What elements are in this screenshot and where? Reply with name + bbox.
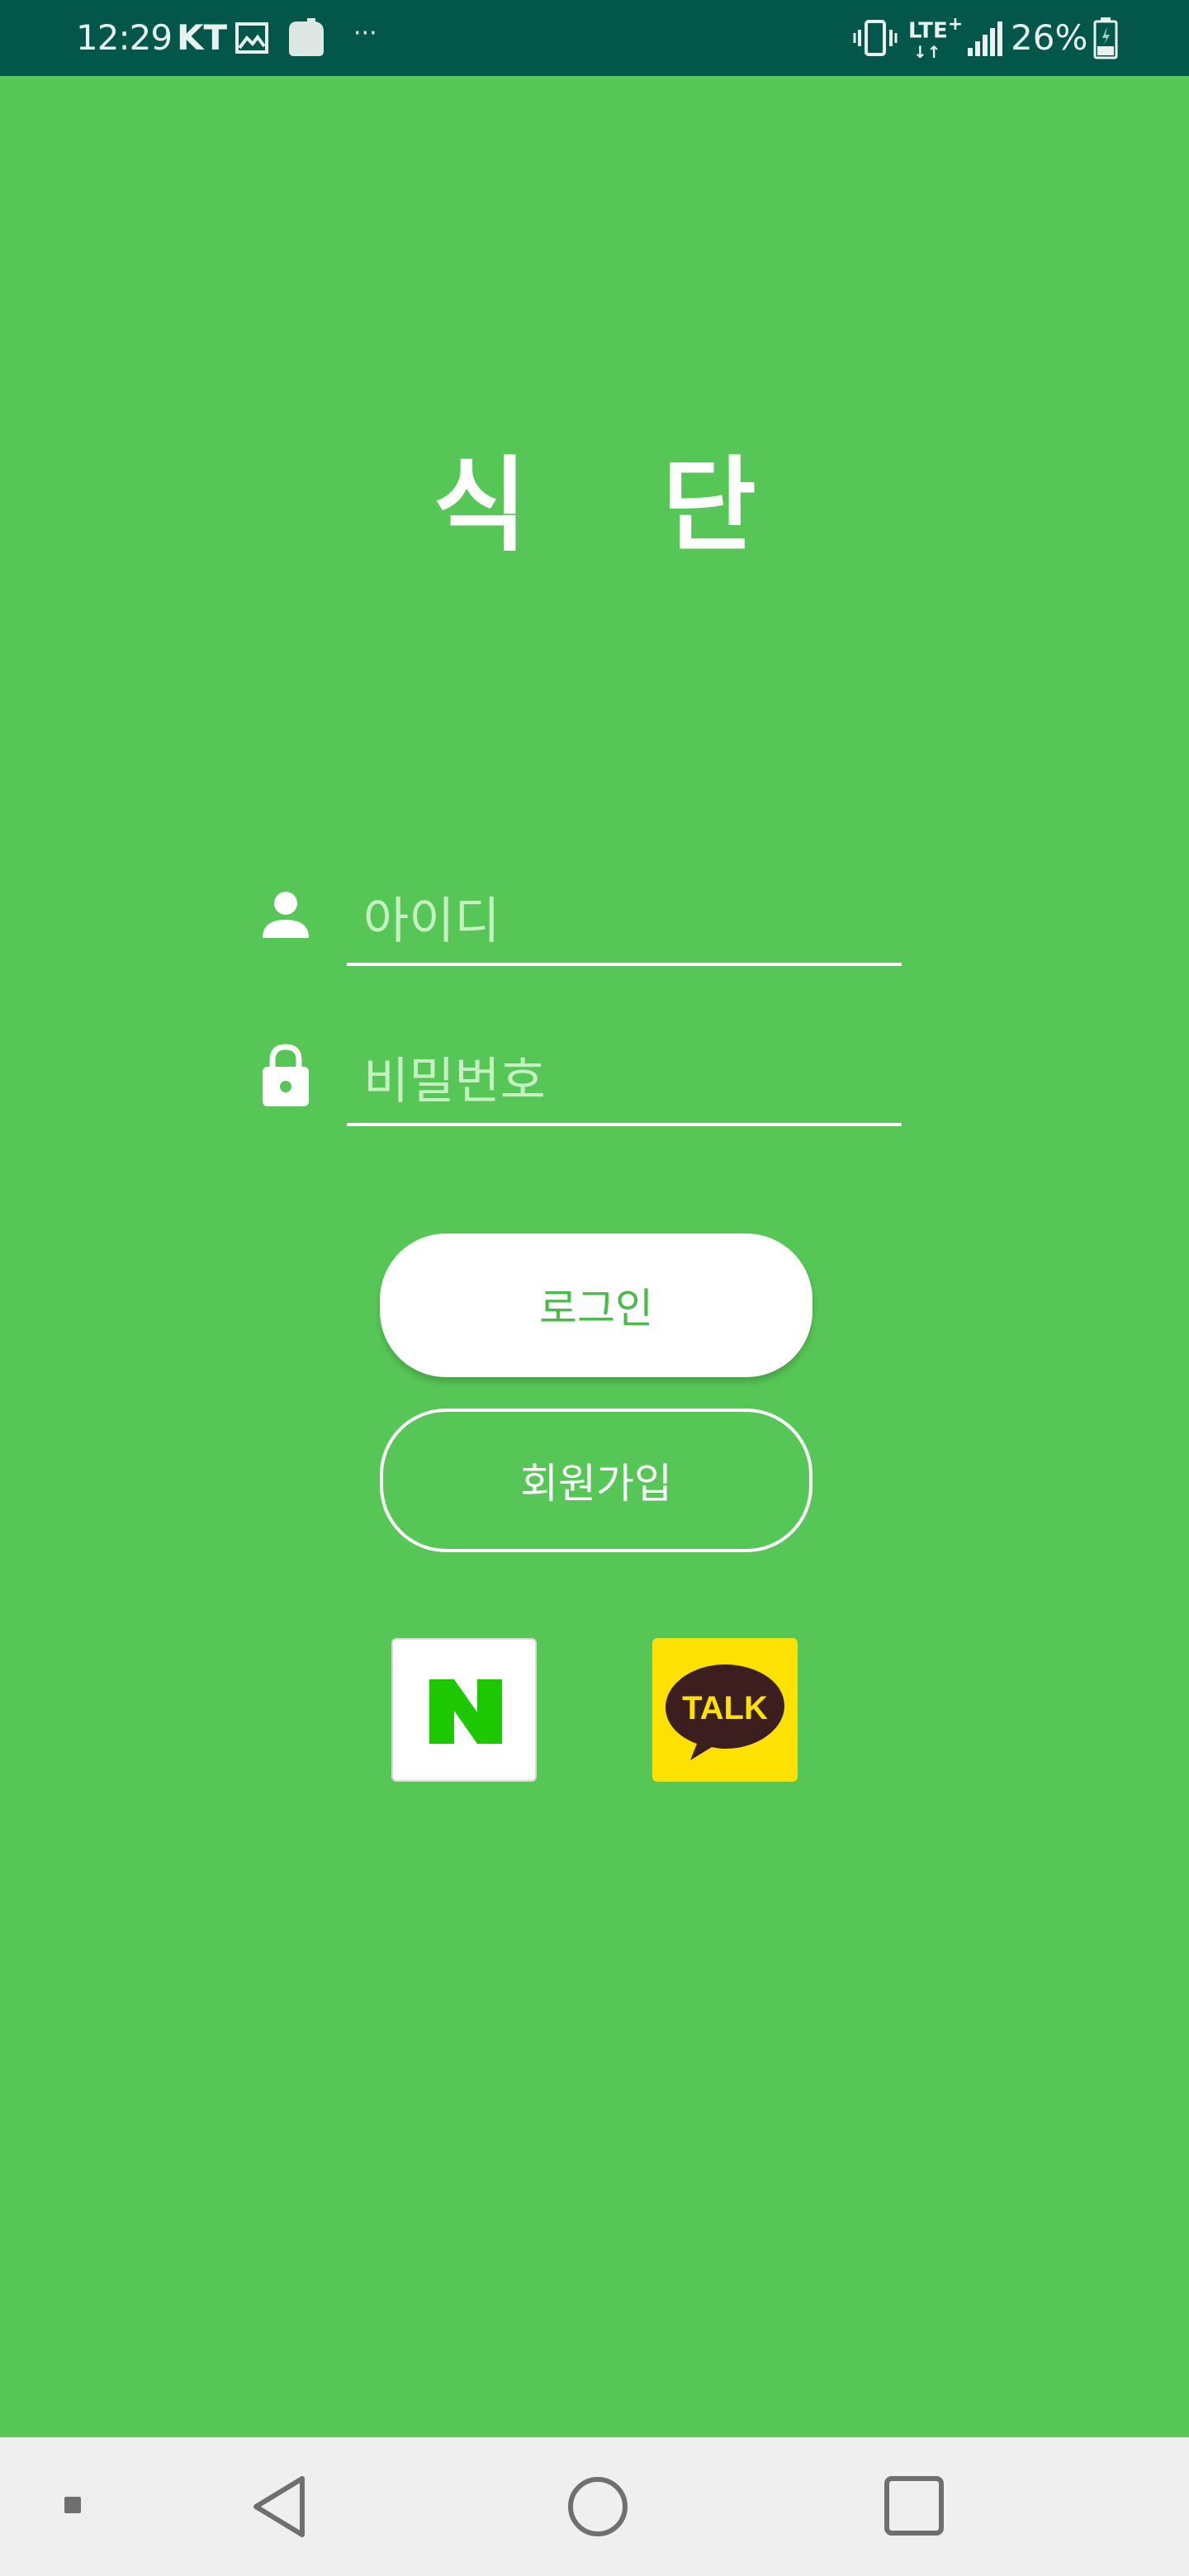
- recents-icon[interactable]: [883, 2475, 945, 2536]
- user-icon: [263, 892, 309, 938]
- kakao-talk-logo-icon: TALK: [666, 1664, 784, 1760]
- battery-percent: 26%: [1011, 17, 1088, 58]
- status-bar: 12:29 KT ··· LTE+ ↓↑ 26%: [0, 0, 1189, 76]
- login-screen: 12:29 KT ··· LTE+ ↓↑ 26% 식 단 아이디 로그인 회원가…: [0, 0, 1189, 2576]
- navigation-bar: [0, 2437, 1189, 2576]
- vibrate-icon: [853, 20, 898, 56]
- id-input[interactable]: [347, 880, 902, 963]
- password-input[interactable]: [347, 1040, 902, 1123]
- clipboard-icon: [289, 18, 324, 56]
- lock-icon: [263, 1044, 309, 1106]
- lte-label: LTE: [908, 18, 948, 44]
- gallery-icon: [235, 22, 268, 54]
- password-field-container: [347, 1040, 902, 1126]
- signup-button[interactable]: 회원가입: [380, 1409, 812, 1552]
- id-field-container: [347, 880, 902, 966]
- more-notifications-icon: ···: [353, 19, 377, 48]
- login-button[interactable]: 로그인: [380, 1234, 812, 1377]
- page-title: 식 단: [433, 447, 806, 566]
- kakao-talk-label: TALK: [682, 1690, 768, 1726]
- lte-icon: LTE+ ↓↑: [908, 13, 964, 63]
- naver-logo-icon: [429, 1679, 502, 1744]
- battery-icon: [1093, 17, 1118, 59]
- lte-arrows: ↓↑: [913, 41, 941, 62]
- home-icon[interactable]: [566, 2475, 629, 2538]
- back-icon[interactable]: [249, 2474, 309, 2540]
- lte-plus: +: [947, 14, 964, 35]
- naver-login-button[interactable]: [391, 1638, 537, 1782]
- status-time: 12:29: [76, 17, 173, 58]
- status-carrier: KT: [177, 17, 228, 58]
- recent-dot-icon[interactable]: [63, 2495, 83, 2515]
- kakao-login-button[interactable]: TALK: [652, 1638, 798, 1782]
- signal-icon: [968, 21, 1002, 56]
